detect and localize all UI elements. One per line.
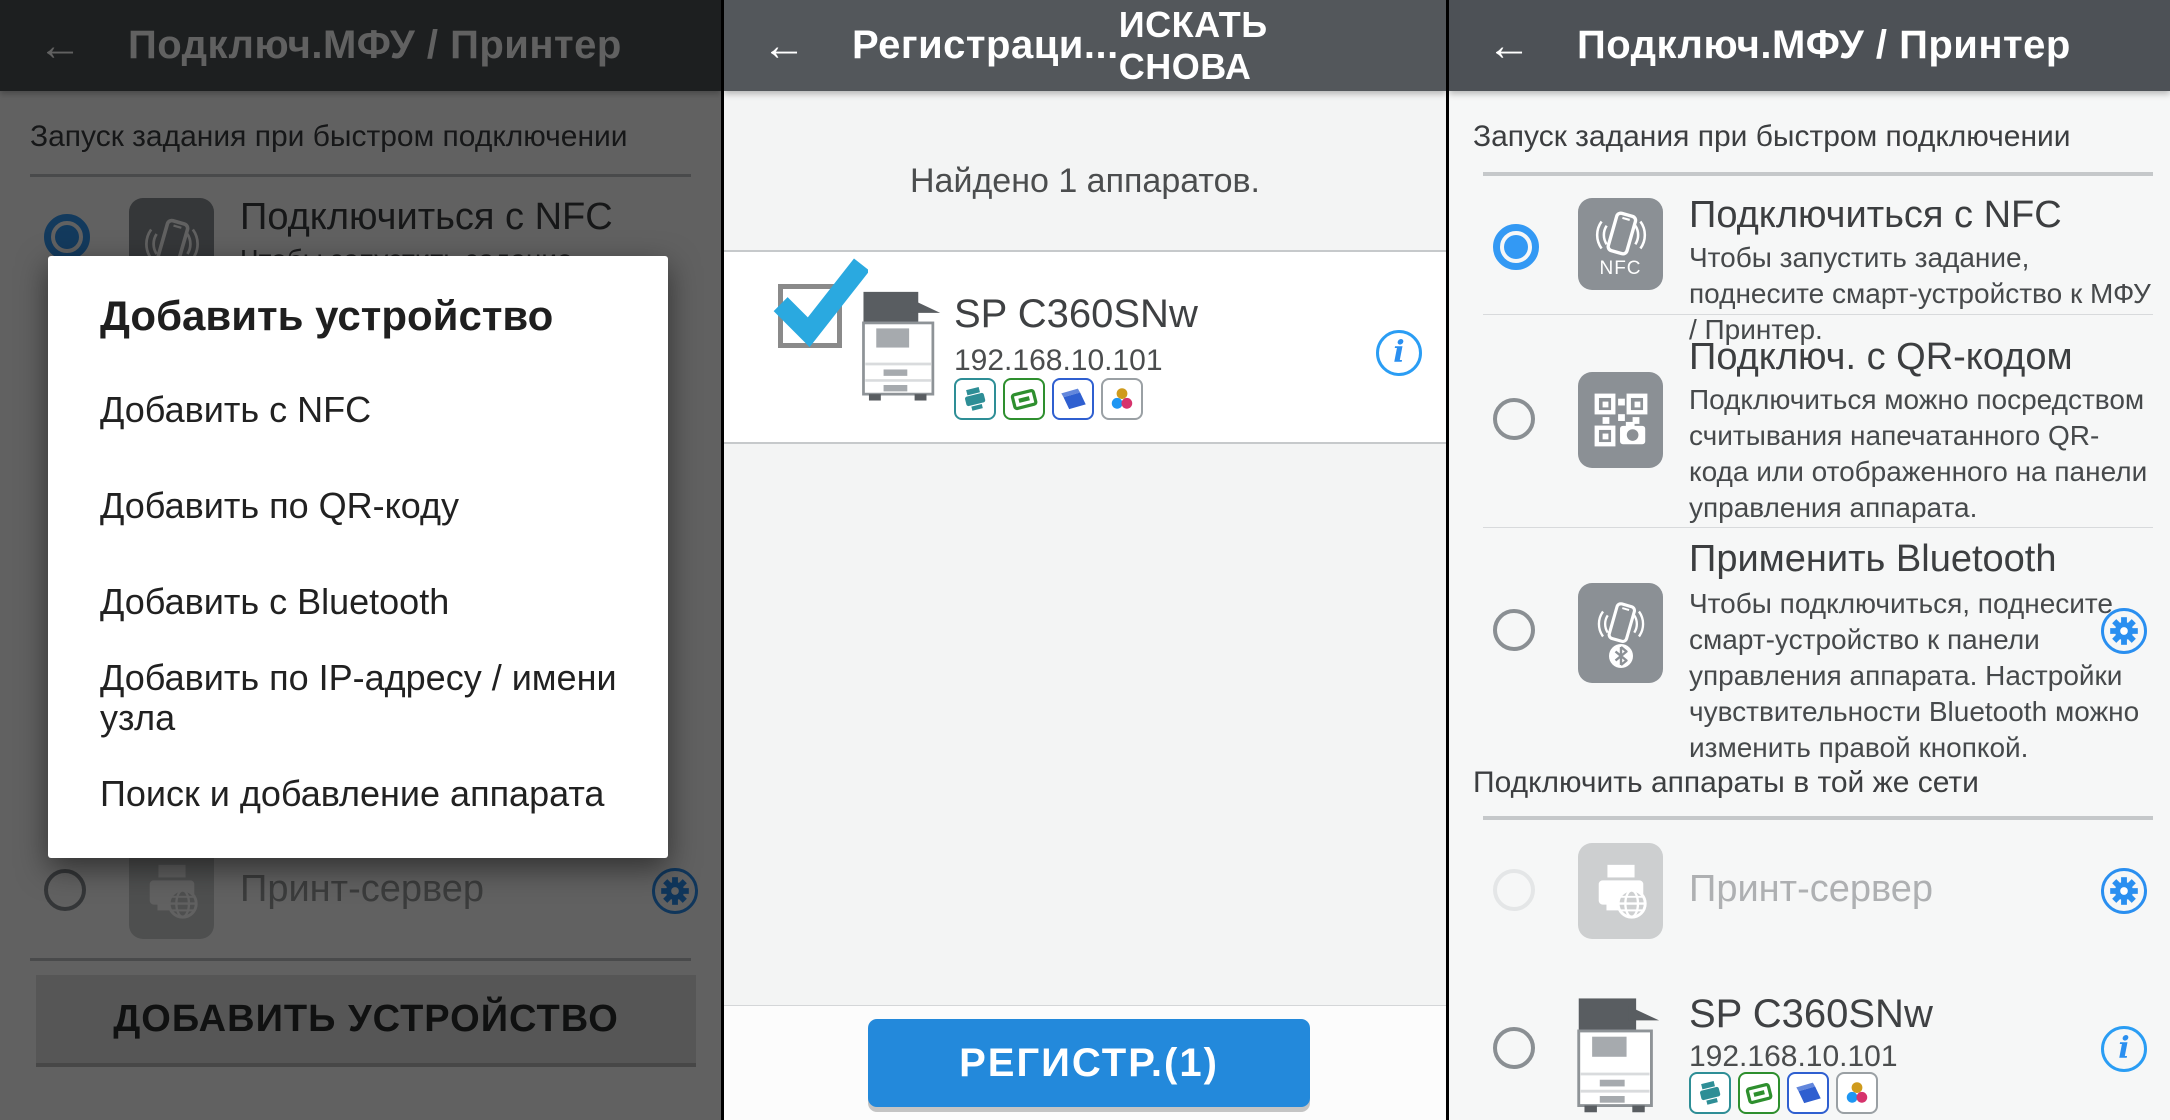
device-info-icon[interactable]: i [2101, 1026, 2147, 1072]
dialog-title: Добавить устройство [100, 292, 553, 340]
right-app-bar: ← Подключ.МФУ / Принтер [1449, 0, 2170, 91]
print-server-label: Принт-сервер [1689, 868, 1933, 911]
mfp-printer-image [1573, 988, 1661, 1116]
printer-capability-icon [954, 378, 996, 420]
qr-code-camera-icon [1578, 372, 1663, 468]
print-server-settings-gear-icon[interactable] [2101, 868, 2147, 914]
mfp-printer-image [858, 282, 942, 404]
register-button[interactable]: РЕГИСТР.(1) [868, 1019, 1310, 1107]
device-radio[interactable] [1493, 1027, 1535, 1069]
bluetooth-settings-gear-icon[interactable] [2101, 608, 2147, 654]
device-info-icon[interactable]: i [1376, 330, 1422, 376]
device-list-item[interactable]: SP C360SNw 192.168.10.101 i [724, 252, 1446, 442]
color-capability-icon [1101, 378, 1143, 420]
middle-app-bar: ← Регистраци... ИСКАТЬ СНОВА [724, 0, 1446, 91]
nfc-option-title: Подключиться с NFC [1689, 194, 2062, 237]
screenshot-root: ← Подключ.МФУ / Принтер Запуск задания п… [0, 0, 2170, 1120]
device-ip: 192.168.10.101 [954, 344, 1163, 378]
divider [1483, 816, 2153, 820]
device-ip: 192.168.10.101 [1689, 1040, 1898, 1074]
panel-connect-mfp: ← Подключ.МФУ / Принтер Запуск задания п… [1449, 0, 2170, 1120]
bluetooth-radio[interactable] [1493, 609, 1535, 651]
found-devices-text: Найдено 1 аппаратов. [724, 162, 1446, 201]
panel-connect-mfp-dimmed: ← Подключ.МФУ / Принтер Запуск задания п… [0, 0, 721, 1120]
color-capability-icon [1836, 1072, 1878, 1114]
qr-radio[interactable] [1493, 398, 1535, 440]
print-server-radio[interactable] [1493, 869, 1535, 911]
nfc-icon-label: NFC [1599, 258, 1641, 280]
scanner-capability-icon [1738, 1072, 1780, 1114]
capability-icons [954, 378, 1143, 420]
search-again-button[interactable]: ИСКАТЬ СНОВА [1119, 4, 1398, 88]
divider [1483, 314, 2153, 315]
scanner-capability-icon [1003, 378, 1045, 420]
device-name: SP C360SNw [954, 292, 1198, 337]
quick-connect-section-label: Запуск задания при быстром подключении [1473, 120, 2071, 154]
printer-capability-icon [1689, 1072, 1731, 1114]
copy-capability-icon [1787, 1072, 1829, 1114]
bluetooth-option-title: Применить Bluetooth [1689, 538, 2056, 581]
back-arrow-icon[interactable]: ← [762, 24, 806, 68]
divider [724, 442, 1446, 444]
menu-item-add-nfc[interactable]: Добавить с NFC [100, 390, 371, 430]
add-device-dialog: Добавить устройство Добавить с NFC Добав… [48, 256, 668, 858]
bottom-action-bar: РЕГИСТР.(1) [724, 1005, 1446, 1120]
copy-capability-icon [1052, 378, 1094, 420]
back-arrow-icon[interactable]: ← [1487, 24, 1531, 68]
nfc-phone-icon: NFC [1578, 198, 1663, 290]
menu-item-add-qr[interactable]: Добавить по QR-коду [100, 486, 459, 526]
divider [1483, 527, 2153, 528]
same-network-section-label: Подключить аппараты в той же сети [1473, 766, 1979, 800]
qr-option-title: Подключ. с QR-кодом [1689, 336, 2073, 379]
page-title: Регистраци... [852, 23, 1119, 68]
checkmark-icon [764, 252, 868, 348]
menu-item-add-bluetooth[interactable]: Добавить с Bluetooth [100, 582, 449, 622]
device-name: SP C360SNw [1689, 992, 1933, 1037]
bluetooth-phone-icon [1578, 583, 1663, 683]
capability-icons [1689, 1072, 1878, 1114]
print-server-icon [1578, 843, 1663, 939]
panel-registration: ← Регистраци... ИСКАТЬ СНОВА Найдено 1 а… [724, 0, 1446, 1120]
menu-item-add-ip[interactable]: Добавить по IP-адресу / имени узла [100, 658, 660, 738]
qr-option-desc: Подключиться можно посредством считывани… [1689, 382, 2151, 526]
nfc-option-desc: Чтобы запустить задание, поднесите смарт… [1689, 240, 2151, 348]
bluetooth-option-desc: Чтобы подключиться, поднесите смарт-устр… [1689, 586, 2151, 766]
menu-item-search-add[interactable]: Поиск и добавление аппарата [100, 774, 604, 814]
page-title: Подключ.МФУ / Принтер [1577, 23, 2071, 68]
nfc-radio[interactable] [1493, 224, 1539, 270]
divider [1483, 172, 2153, 176]
